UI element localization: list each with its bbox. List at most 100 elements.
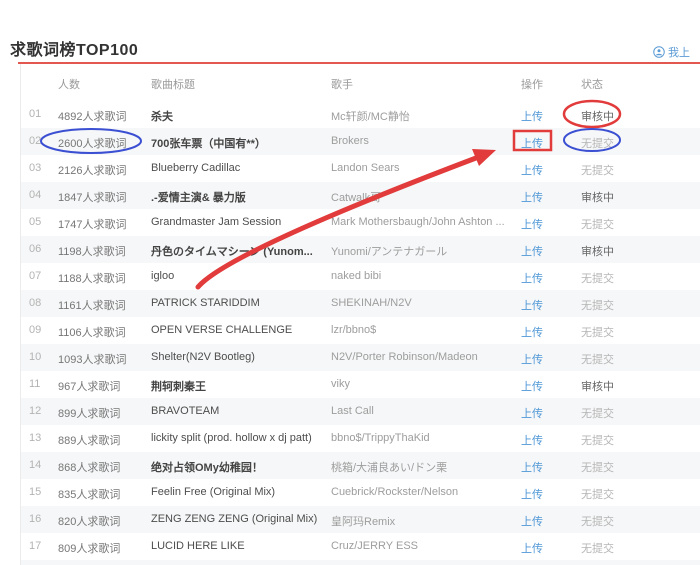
status-label: 审核中: [581, 189, 614, 205]
table-row: 10 1093人求歌词 Shelter(N2V Bootleg) N2V/Por…: [21, 344, 700, 371]
singer-name: bbno$/TrippyThaKid: [331, 432, 430, 444]
rank-number: 12: [29, 405, 41, 417]
song-title: lickity split (prod. hollow x dj patt): [151, 432, 312, 444]
upload-link[interactable]: 上传: [521, 540, 543, 556]
upload-link[interactable]: 上传: [521, 351, 543, 367]
upload-link[interactable]: 上传: [521, 297, 543, 313]
upload-link[interactable]: 上传: [521, 243, 543, 259]
song-title: 700张车票（中国有**）: [151, 135, 266, 151]
lyrics-rank-table: 人数 歌曲标题 歌手 操作 状态 01 4892人求歌词 杀夫 Mc轩颜/MC静…: [20, 64, 700, 565]
col-header-singer: 歌手: [331, 76, 353, 92]
table-row: 12 899人求歌词 BRAVOTEAM Last Call 上传 无提交: [21, 398, 700, 425]
table-row: 02 2600人求歌词 700张车票（中国有**） Brokers 上传 无提交: [21, 128, 700, 155]
status-label: 无提交: [581, 540, 614, 556]
upload-link[interactable]: 上传: [521, 135, 543, 151]
status-label: 无提交: [581, 513, 614, 529]
upload-link[interactable]: 上传: [521, 324, 543, 340]
status-label: 无提交: [581, 135, 614, 151]
song-title: BRAVOTEAM: [151, 405, 219, 417]
song-title: Blueberry Cadillac: [151, 162, 240, 174]
status-label: 审核中: [581, 243, 614, 259]
song-title: igloo: [151, 270, 174, 282]
page-title: 求歌词榜TOP100: [10, 36, 138, 60]
song-title: OPEN VERSE CHALLENGE: [151, 324, 292, 336]
status-label: 无提交: [581, 162, 614, 178]
rank-number: 08: [29, 297, 41, 309]
upload-link[interactable]: 上传: [521, 108, 543, 124]
status-label: 无提交: [581, 216, 614, 232]
table-row: 18 上传 无提交: [21, 560, 700, 565]
request-count: 889人求歌词: [58, 432, 120, 448]
rank-number: 14: [29, 459, 41, 471]
my-uploads-link[interactable]: 我上: [653, 44, 700, 60]
upload-link[interactable]: 上传: [521, 459, 543, 475]
song-title: Grandmaster Jam Session: [151, 216, 281, 228]
upload-link[interactable]: 上传: [521, 378, 543, 394]
song-title: 杀夫: [151, 108, 173, 124]
song-title: ZENG ZENG ZENG (Original Mix): [151, 513, 317, 525]
singer-name: Mark Mothersbaugh/John Ashton ...: [331, 216, 505, 228]
upload-link[interactable]: 上传: [521, 513, 543, 529]
upload-link[interactable]: 上传: [521, 486, 543, 502]
upload-link[interactable]: 上传: [521, 189, 543, 205]
singer-name: Cuebrick/Rockster/Nelson: [331, 486, 458, 498]
status-label: 无提交: [581, 459, 614, 475]
song-title: 绝对占领OMy幼稚园！: [151, 459, 263, 475]
singer-name: Cruz/JERRY ESS: [331, 540, 418, 552]
request-count: 820人求歌词: [58, 513, 120, 529]
request-count: 868人求歌词: [58, 459, 120, 475]
table-row: 05 1747人求歌词 Grandmaster Jam Session Mark…: [21, 209, 700, 236]
rank-number: 07: [29, 270, 41, 282]
request-count: 1093人求歌词: [58, 351, 126, 367]
singer-name: N2V/Porter Robinson/Madeon: [331, 351, 478, 363]
upload-link[interactable]: 上传: [521, 270, 543, 286]
request-count: 1847人求歌词: [58, 189, 126, 205]
status-label: 无提交: [581, 405, 614, 421]
table-header: 人数 歌曲标题 歌手 操作 状态: [21, 64, 700, 101]
col-header-status: 状态: [581, 76, 603, 92]
table-row: 09 1106人求歌词 OPEN VERSE CHALLENGE lzr/bbn…: [21, 317, 700, 344]
table-row: 07 1188人求歌词 igloo naked bibi 上传 无提交: [21, 263, 700, 290]
rank-number: 09: [29, 324, 41, 336]
upload-link[interactable]: 上传: [521, 216, 543, 232]
rank-number: 10: [29, 351, 41, 363]
rank-number: 15: [29, 486, 41, 498]
song-title: 荆轲刺秦王: [151, 378, 206, 394]
singer-name: lzr/bbno$: [331, 324, 376, 336]
col-header-people: 人数: [58, 76, 80, 92]
singer-name: Landon Sears: [331, 162, 400, 174]
rank-number: 04: [29, 189, 41, 201]
request-count: 835人求歌词: [58, 486, 120, 502]
col-header-title: 歌曲标题: [151, 76, 195, 92]
upload-link[interactable]: 上传: [521, 405, 543, 421]
upload-link[interactable]: 上传: [521, 432, 543, 448]
rank-number: 02: [29, 135, 41, 147]
rank-number: 05: [29, 216, 41, 228]
table-row: 01 4892人求歌词 杀夫 Mc轩颜/MC静怡 上传 审核中: [21, 101, 700, 128]
rank-number: 11: [29, 378, 40, 390]
status-label: 无提交: [581, 432, 614, 448]
rank-number: 17: [29, 540, 41, 552]
song-title: .-爱情主演& 暴力版: [151, 189, 246, 205]
rank-number: 01: [29, 108, 41, 120]
request-count: 1188人求歌词: [58, 270, 126, 286]
table-row: 13 889人求歌词 lickity split (prod. hollow x…: [21, 425, 700, 452]
singer-name: Mc轩颜/MC静怡: [331, 108, 410, 124]
table-row: 11 967人求歌词 荆轲刺秦王 viky 上传 审核中: [21, 371, 700, 398]
user-icon: [653, 46, 665, 58]
col-header-action: 操作: [521, 76, 543, 92]
singer-name: 桃箱/大浦良あい/ドン栗: [331, 459, 447, 475]
status-label: 无提交: [581, 324, 614, 340]
table-row: 16 820人求歌词 ZENG ZENG ZENG (Original Mix)…: [21, 506, 700, 533]
singer-name: SHEKINAH/N2V: [331, 297, 412, 309]
status-label: 无提交: [581, 297, 614, 313]
upload-link[interactable]: 上传: [521, 162, 543, 178]
rank-number: 03: [29, 162, 41, 174]
song-title: LUCID HERE LIKE: [151, 540, 245, 552]
request-count: 4892人求歌词: [58, 108, 126, 124]
rank-number: 13: [29, 432, 41, 444]
request-count: 1198人求歌词: [58, 243, 126, 259]
singer-name: Brokers: [331, 135, 369, 147]
table-row: 08 1161人求歌词 PATRICK STARIDDIM SHEKINAH/N…: [21, 290, 700, 317]
status-label: 审核中: [581, 378, 614, 394]
